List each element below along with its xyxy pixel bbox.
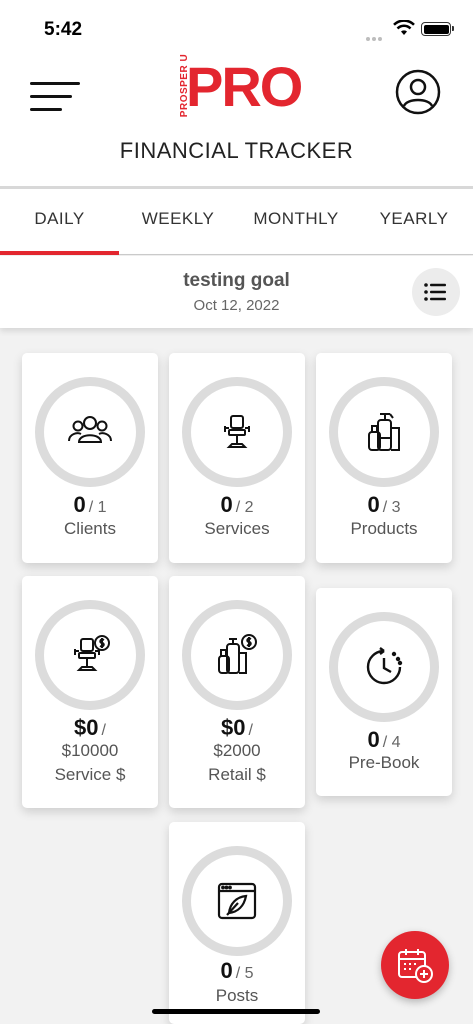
wifi-icon xyxy=(393,20,415,35)
browser-feather-icon xyxy=(217,882,257,920)
page-title: FINANCIAL TRACKER xyxy=(119,138,354,163)
posts-label: Posts xyxy=(215,986,259,1005)
bottles-icon xyxy=(368,413,400,451)
people-icon xyxy=(68,416,112,443)
goal-date: Oct 12, 2022 xyxy=(193,297,280,314)
products-card[interactable]: 0/ 3 Products xyxy=(316,353,452,563)
period-tabs: DAILY WEEKLY MONTHLY YEARLY xyxy=(0,189,473,255)
signal-dots-icon xyxy=(366,28,388,59)
bottles-dollar-icon xyxy=(218,634,257,674)
posts-card[interactable]: 0/ 5 Posts xyxy=(169,822,305,1024)
prebook-card[interactable]: 0/ 4 Pre-Book xyxy=(316,588,452,796)
services-progress-ring xyxy=(182,377,292,487)
prosper-u-pro-logo: PROSPER U PRO xyxy=(179,53,303,118)
status-time: 5:42 xyxy=(44,19,83,40)
service-dollars-card[interactable]: $0/ $10000 Service $ xyxy=(22,576,158,808)
retail-dollars-progress-ring xyxy=(182,600,292,710)
retail-dollars-count: $0/ xyxy=(221,715,253,740)
status-bar: 5:42 xyxy=(0,0,473,59)
prebook-label: Pre-Book xyxy=(348,753,420,772)
home-indicator xyxy=(152,1009,320,1014)
clients-label: Clients xyxy=(64,519,116,538)
tab-weekly[interactable]: WEEKLY xyxy=(119,189,237,255)
add-calendar-button[interactable] xyxy=(381,931,449,999)
tab-yearly[interactable]: YEARLY xyxy=(355,189,473,255)
clients-progress-ring xyxy=(35,377,145,487)
list-icon xyxy=(424,283,446,301)
service-dollars-label: Service $ xyxy=(54,765,126,784)
retail-dollars-label: Retail $ xyxy=(208,765,266,784)
service-dollars-progress-ring xyxy=(35,600,145,710)
clients-count: 0/ 1 xyxy=(73,492,107,517)
posts-count: 0/ 5 xyxy=(220,958,254,983)
prebook-count: 0/ 4 xyxy=(367,727,401,752)
goal-list-button[interactable] xyxy=(412,268,460,316)
products-progress-ring xyxy=(329,377,439,487)
battery-icon xyxy=(421,22,454,36)
salon-chair-icon xyxy=(224,415,250,448)
posts-progress-ring xyxy=(182,846,292,956)
prebook-progress-ring xyxy=(329,612,439,722)
service-dollars-count: $0/ xyxy=(74,715,106,740)
hamburger-menu-icon[interactable] xyxy=(30,78,80,114)
tab-monthly[interactable]: MONTHLY xyxy=(237,189,355,255)
services-count: 0/ 2 xyxy=(220,492,254,517)
goal-title: testing goal xyxy=(183,270,290,291)
goal-header: testing goal Oct 12, 2022 xyxy=(0,256,473,328)
salon-chair-dollar-icon xyxy=(74,635,110,671)
clock-icon xyxy=(366,647,403,685)
calendar-add-icon xyxy=(398,949,433,983)
tab-daily[interactable]: DAILY xyxy=(0,189,119,255)
clients-card[interactable]: 0/ 1 Clients xyxy=(22,353,158,563)
products-count: 0/ 3 xyxy=(367,492,401,517)
services-card[interactable]: 0/ 2 Services xyxy=(169,353,305,563)
services-label: Services xyxy=(204,519,270,538)
service-dollars-goal: $10000 xyxy=(61,741,119,760)
profile-icon[interactable] xyxy=(395,69,441,115)
products-label: Products xyxy=(350,519,418,538)
retail-dollars-goal: $2000 xyxy=(213,741,261,760)
app-header: PROSPER U PRO FINANCIAL TRACKER xyxy=(0,52,473,186)
retail-dollars-card[interactable]: $0/ $2000 Retail $ xyxy=(169,576,305,808)
